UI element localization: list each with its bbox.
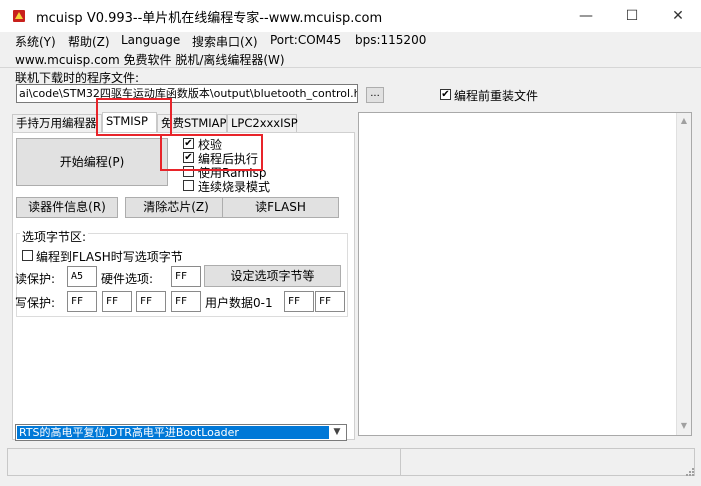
status-divider [400,449,401,475]
log-scrollbar[interactable]: ▲ ▼ [676,113,691,435]
annotation-highlight-options [160,134,263,171]
start-program-button[interactable]: 开始编程(P) [16,138,168,186]
erase-chip-button[interactable]: 清除芯片(Z) [125,197,227,218]
separator [0,67,701,68]
chevron-down-icon[interactable]: ▼ [330,425,344,440]
user-data-label: 用户数据0-1 [205,296,273,310]
hw-option-label: 硬件选项: [101,272,154,286]
read-protect-label: 读保护: [15,272,56,286]
title-bar: mcuisp V0.993--单片机在线编程专家--www.mcuisp.com… [0,0,701,32]
menu-bps[interactable]: bps:115200 [355,33,426,47]
scroll-up-icon[interactable]: ▲ [677,114,691,128]
write-protect-field[interactable]: FF [67,291,97,312]
boot-mode-value: RTS的高电平复位,DTR高电平进BootLoader [17,426,329,439]
continuous-mode-label: 连续烧录模式 [198,180,271,194]
menu-help[interactable]: 帮助(Z) [68,33,110,50]
write-protect-field[interactable]: FF [171,291,201,312]
menu-bar: 系统(Y) 帮助(Z) Language 搜索串口(X) Port:COM45 … [0,32,701,50]
menu-language[interactable]: Language [121,33,180,47]
user-data-field[interactable]: FF [315,291,345,312]
read-device-info-button[interactable]: 读器件信息(R) [16,197,118,218]
close-button[interactable]: ✕ [655,0,701,32]
app-red-icon [13,10,25,22]
offline-programmer-menu[interactable]: www.mcuisp.com 免费软件 脱机/离线编程器(W) [15,51,285,68]
maximize-button[interactable]: ☐ [609,0,655,32]
user-data-field[interactable]: FF [284,291,314,312]
write-option-bytes-label: 编程到FLASH时写选项字节 [36,250,183,264]
set-option-bytes-button[interactable]: 设定选项字节等 [204,265,341,287]
browse-button[interactable]: ... [366,87,384,103]
write-protect-field[interactable]: FF [136,291,166,312]
write-protect-field[interactable]: FF [102,291,132,312]
scroll-down-icon[interactable]: ▼ [677,419,691,433]
write-option-bytes-checkbox[interactable] [22,250,33,261]
tab-stmisp[interactable]: STMISP [102,112,157,132]
write-protect-label: 写保护: [15,296,56,310]
tab-handheld[interactable]: 手持万用编程器 [12,114,102,132]
minimize-button[interactable]: — [563,0,609,32]
reload-checkbox[interactable]: ✔ [440,89,451,100]
menu-port[interactable]: Port:COM45 [270,33,341,47]
tab-strip: 手持万用编程器 STMISP 免费STMIAP LPC2xxxISP [12,112,355,133]
continuous-mode-checkbox[interactable] [183,180,194,191]
option-bytes-title: 选项字节区: [20,228,89,245]
window-title: mcuisp V0.993--单片机在线编程专家--www.mcuisp.com [36,11,383,26]
menu-search-port[interactable]: 搜索串口(X) [192,33,258,50]
read-protect-field[interactable]: A5 [67,266,97,287]
read-flash-button[interactable]: 读FLASH [222,197,339,218]
status-bar [7,448,695,476]
tab-lpc2xxxisp[interactable]: LPC2xxxISP [227,114,298,132]
reload-label: 编程前重装文件 [454,89,539,103]
boot-mode-select[interactable]: RTS的高电平复位,DTR高电平进BootLoader ▼ [15,424,347,441]
log-output[interactable]: ▲ ▼ [358,112,692,436]
file-path-input[interactable]: ai\code\STM32四驱车运动库函数版本\output\bluetooth… [16,84,358,103]
resize-grip-icon[interactable] [684,466,695,477]
hw-option-field[interactable]: FF [171,266,201,287]
menu-system[interactable]: 系统(Y) [15,33,56,50]
